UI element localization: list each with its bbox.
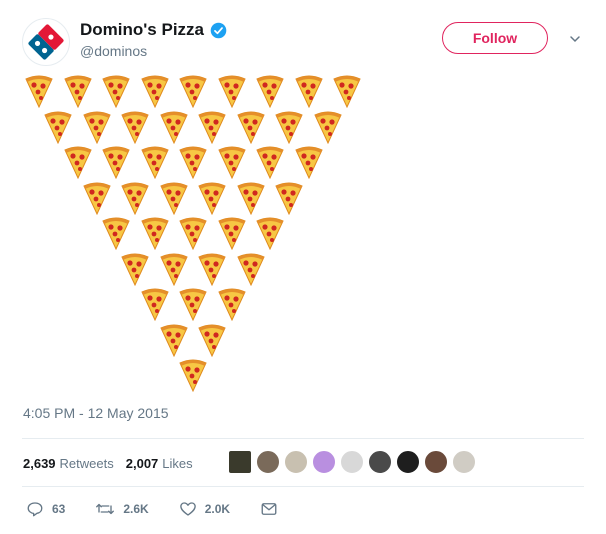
pizza-slice-icon xyxy=(101,216,131,251)
pizza-slice-icon xyxy=(197,323,227,357)
pizza-slice-icon xyxy=(236,181,266,215)
chevron-down-icon[interactable] xyxy=(568,32,582,46)
like-count: 2.0K xyxy=(204,502,231,516)
pizza-slice-icon xyxy=(120,252,150,286)
pizza-slice-icon xyxy=(140,74,170,109)
pizza-slice-icon xyxy=(274,181,304,215)
reply-count: 63 xyxy=(52,502,66,516)
liker-avatar[interactable] xyxy=(452,450,476,474)
pizza-slice-icon xyxy=(197,252,227,286)
liker-avatar[interactable] xyxy=(256,450,280,474)
retweets-stat[interactable]: 2,639 Retweets xyxy=(23,456,114,471)
liker-avatar[interactable] xyxy=(424,450,448,474)
pizza-slice-icon xyxy=(159,110,189,144)
pizza-slice-icon xyxy=(197,110,227,144)
pizza-slice-icon xyxy=(178,287,208,322)
pizza-slice-icon xyxy=(43,110,73,144)
pizza-slice-icon xyxy=(120,181,150,215)
pizza-slice-icon xyxy=(159,181,189,215)
pizza-slice-icon xyxy=(178,216,208,251)
pizza-slice-icon xyxy=(294,145,324,180)
direct-message-button[interactable] xyxy=(260,500,286,518)
pizza-slice-icon xyxy=(159,323,189,357)
divider xyxy=(22,438,584,439)
pizza-slice-icon xyxy=(217,216,247,251)
follow-button[interactable]: Follow xyxy=(442,22,548,54)
pizza-slice-icon xyxy=(255,216,285,251)
pizza-slice-icon xyxy=(82,110,112,144)
tweet-actions: 63 2.6K 2.0K xyxy=(26,500,316,518)
pizza-slice-icon xyxy=(236,110,266,144)
pizza-slice-icon xyxy=(178,145,208,180)
retweet-icon xyxy=(96,503,115,515)
dominos-logo-icon xyxy=(28,24,64,60)
liker-avatar[interactable] xyxy=(368,450,392,474)
likes-count: 2,007 xyxy=(125,455,159,471)
pizza-slice-icon xyxy=(217,145,247,180)
pizza-slice-icon xyxy=(255,74,285,109)
retweet-button[interactable]: 2.6K xyxy=(95,500,149,518)
retweets-label: Retweets xyxy=(59,455,114,471)
likes-stat[interactable]: 2,007 Likes xyxy=(126,456,193,471)
pizza-slice-icon xyxy=(197,181,227,215)
pizza-slice-icon xyxy=(178,74,208,109)
liker-avatar[interactable] xyxy=(340,450,364,474)
liker-avatar[interactable] xyxy=(284,450,308,474)
reply-icon xyxy=(27,502,43,517)
liker-avatars xyxy=(228,450,480,474)
pizza-slice-icon xyxy=(217,287,247,322)
engagement-stats: 2,639 Retweets 2,007 Likes xyxy=(23,448,205,478)
pizza-slice-icon xyxy=(140,287,170,322)
pizza-slice-icon xyxy=(63,74,93,109)
pizza-slice-icon xyxy=(332,74,362,109)
retweets-count: 2,639 xyxy=(23,455,56,471)
pizza-slice-icon xyxy=(178,358,208,393)
pizza-slice-icon xyxy=(294,74,324,109)
divider xyxy=(22,486,584,487)
tweet-header: Domino's Pizza @dominos Follow xyxy=(22,18,592,68)
liker-avatar[interactable] xyxy=(228,450,252,474)
pizza-slice-icon xyxy=(63,145,93,180)
pizza-slice-icon xyxy=(255,145,285,180)
reply-button[interactable]: 63 xyxy=(26,500,65,518)
pizza-slice-icon xyxy=(313,110,343,144)
pizza-slice-icon xyxy=(140,216,170,251)
pizza-triangle xyxy=(24,74,364,394)
pizza-slice-icon xyxy=(24,74,54,109)
retweet-count: 2.6K xyxy=(123,502,149,516)
liker-avatar[interactable] xyxy=(312,450,336,474)
name-block: Domino's Pizza @dominos xyxy=(80,19,227,59)
account-handle[interactable]: @dominos xyxy=(80,43,227,59)
heart-icon xyxy=(179,502,196,516)
display-name[interactable]: Domino's Pizza xyxy=(80,20,204,40)
liker-avatar[interactable] xyxy=(396,450,420,474)
pizza-slice-icon xyxy=(101,145,131,180)
tweet-timestamp[interactable]: 4:05 PM - 12 May 2015 xyxy=(23,405,169,421)
like-button[interactable]: 2.0K xyxy=(179,500,230,518)
pizza-slice-icon xyxy=(159,252,189,286)
pizza-slice-icon xyxy=(217,74,247,109)
dominos-logo-avatar[interactable] xyxy=(22,18,70,66)
envelope-icon xyxy=(261,503,277,515)
pizza-slice-icon xyxy=(236,252,266,286)
likes-label: Likes xyxy=(162,455,193,471)
pizza-slice-icon xyxy=(101,74,131,109)
pizza-slice-icon xyxy=(120,110,150,144)
pizza-slice-icon xyxy=(82,181,112,215)
pizza-slice-icon xyxy=(140,145,170,180)
pizza-slice-icon xyxy=(274,110,304,144)
verified-badge-icon xyxy=(210,22,227,38)
